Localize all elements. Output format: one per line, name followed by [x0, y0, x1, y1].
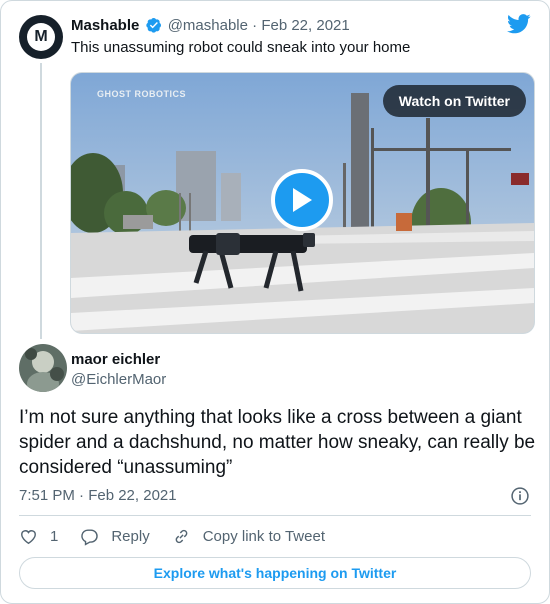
- twitter-bird-icon[interactable]: [507, 14, 531, 34]
- verified-badge-icon: [145, 18, 161, 33]
- separator-dot: ·: [247, 17, 262, 34]
- play-button[interactable]: [271, 169, 333, 231]
- watch-on-twitter-button[interactable]: Watch on Twitter: [382, 85, 526, 117]
- play-icon: [293, 188, 312, 212]
- quoted-author-handle[interactable]: @mashable: [168, 17, 248, 34]
- thread-line: [40, 63, 42, 339]
- like-count: 1: [50, 527, 59, 545]
- tweet-text: I’m not sure anything that looks like a …: [19, 407, 536, 478]
- reply-label: Reply: [111, 527, 150, 545]
- mashable-avatar[interactable]: M: [19, 15, 63, 59]
- mashable-logo: M: [27, 23, 55, 51]
- heart-icon: [21, 529, 36, 544]
- author-name[interactable]: maor eichler: [71, 351, 160, 368]
- reply-button[interactable]: Reply: [80, 527, 150, 546]
- video-brand-overlay: GHOST ROBOTICS: [97, 89, 187, 99]
- author-avatar[interactable]: [19, 344, 67, 392]
- like-button[interactable]: 1: [19, 527, 58, 546]
- info-icon[interactable]: [510, 486, 530, 506]
- copy-link-button[interactable]: Copy link to Tweet: [172, 527, 325, 546]
- author-handle[interactable]: @EichlerMaor: [71, 371, 166, 388]
- quoted-date[interactable]: Feb 22, 2021: [261, 17, 349, 34]
- tweet-actions: 1 Reply Copy link to Tweet: [19, 525, 347, 547]
- tweet-timestamp[interactable]: 7:51 PM · Feb 22, 2021: [19, 487, 177, 504]
- divider: [19, 515, 531, 516]
- copy-link-label: Copy link to Tweet: [202, 527, 325, 545]
- quoted-tweet-header: Mashable @mashable · Feb 22, 2021: [71, 17, 350, 34]
- avatar-image: [19, 344, 67, 392]
- quoted-author-name[interactable]: Mashable: [71, 17, 139, 34]
- video-thumbnail[interactable]: GHOST ROBOTICS Watch on Twitter: [70, 72, 535, 334]
- link-icon: [175, 529, 188, 543]
- explore-twitter-button[interactable]: Explore what's happening on Twitter: [19, 557, 531, 589]
- reply-icon: [81, 528, 99, 546]
- quoted-tweet-text: This unassuming robot could sneak into y…: [71, 39, 411, 56]
- tweet-embed-card: M Mashable @mashable · Feb 22, 2021 This…: [0, 0, 550, 604]
